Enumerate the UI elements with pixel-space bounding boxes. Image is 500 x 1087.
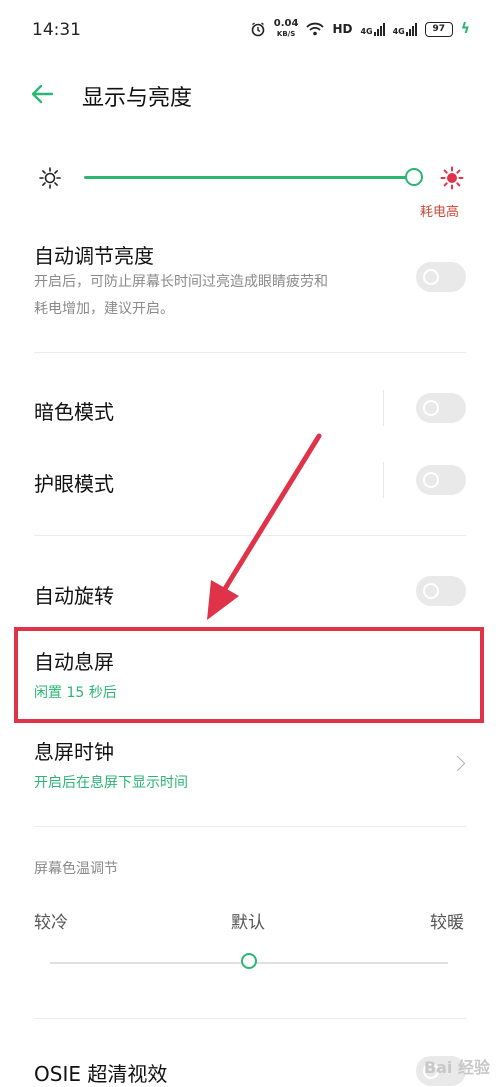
eye-comfort-title: 护眼模式 — [34, 472, 114, 496]
annotation-arrow-icon — [207, 433, 322, 620]
back-arrow-icon[interactable] — [28, 80, 56, 108]
dark-mode-title: 暗色模式 — [34, 400, 114, 424]
watermark: Bai 经验 — [423, 1058, 490, 1077]
status-time: 14:31 — [32, 20, 81, 40]
wifi-icon — [306, 22, 325, 36]
status-bar: 14:31 0.04 KB/S HD 4G 4G 97 ϟ — [0, 0, 500, 60]
eye-comfort-toggle[interactable] — [416, 465, 466, 495]
color-temp-slider-thumb[interactable] — [241, 953, 257, 969]
high-power-hint: 耗电高 — [420, 205, 460, 220]
charging-icon: ϟ — [460, 21, 470, 37]
signal-icon-2: 4G — [392, 22, 417, 36]
signal-tag: 4G — [360, 26, 373, 36]
aod-row[interactable]: 息屏时钟 开启后在息屏下显示时间 — [34, 736, 470, 796]
divider — [34, 826, 466, 827]
hd-label: HD — [332, 22, 353, 36]
chevron-right-icon — [449, 755, 466, 772]
aod-subtitle: 开启后在息屏下显示时间 — [34, 775, 188, 791]
speed-unit: KB/S — [276, 30, 296, 38]
aod-title: 息屏时钟 — [34, 740, 114, 764]
page-title: 显示与亮度 — [82, 86, 193, 111]
divider — [34, 1018, 466, 1019]
brightness-high-icon — [440, 166, 464, 190]
auto-rotate-toggle[interactable] — [416, 576, 466, 606]
brightness-slider-thumb[interactable] — [405, 168, 423, 186]
alarm-icon — [251, 22, 265, 37]
vertical-separator — [383, 390, 384, 426]
color-temp-section-label: 屏幕色温调节 — [34, 861, 118, 877]
network-speed: 0.04 KB/S — [274, 19, 299, 39]
osie-title: OSIE 超清视效 — [34, 1062, 168, 1086]
auto-rotate-title: 自动旋转 — [34, 584, 114, 608]
color-temp-default-label: 默认 — [231, 913, 265, 933]
brightness-low-icon — [39, 167, 61, 189]
battery-icon: 97 — [424, 21, 453, 37]
color-temp-cool-label: 较冷 — [34, 913, 68, 933]
auto-brightness-toggle[interactable] — [416, 262, 466, 292]
signal-icon-1: 4G — [360, 22, 385, 36]
auto-brightness-desc-line2: 耗电增加，建议开启。 — [34, 301, 174, 317]
brightness-slider-track[interactable] — [84, 176, 414, 179]
speed-value: 0.04 — [273, 18, 299, 29]
annotation-highlight-box — [14, 627, 484, 723]
divider — [34, 352, 466, 353]
status-icons: 0.04 KB/S HD 4G 4G 97 ϟ — [250, 16, 470, 42]
color-temp-warm-label: 较暖 — [430, 913, 464, 933]
signal-tag: 4G — [392, 26, 405, 36]
auto-brightness-desc-line1: 开启后，可防止屏幕长时间过亮造成眼睛疲劳和 — [34, 274, 328, 290]
vertical-separator — [383, 462, 384, 498]
auto-brightness-title: 自动调节亮度 — [34, 244, 154, 268]
dark-mode-toggle[interactable] — [416, 393, 466, 423]
